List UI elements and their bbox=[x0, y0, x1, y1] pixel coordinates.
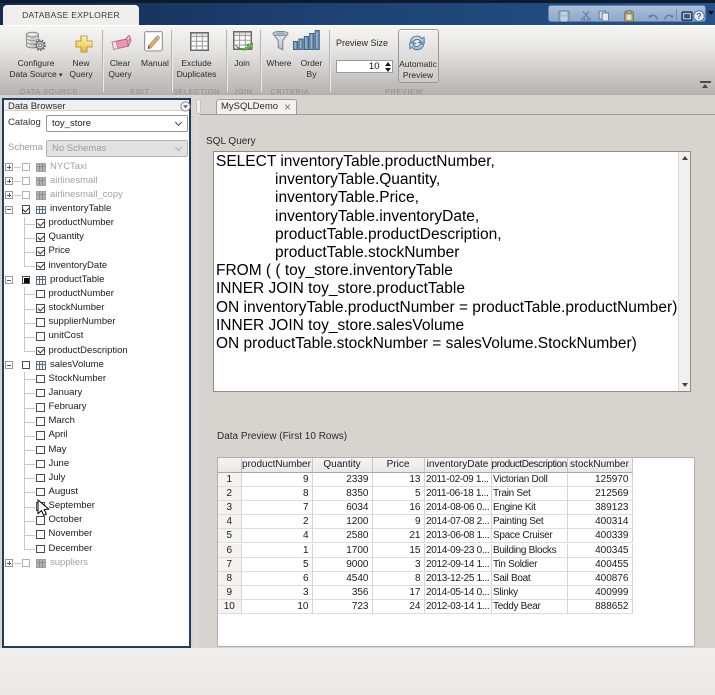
svg-text:?: ? bbox=[696, 11, 701, 21]
